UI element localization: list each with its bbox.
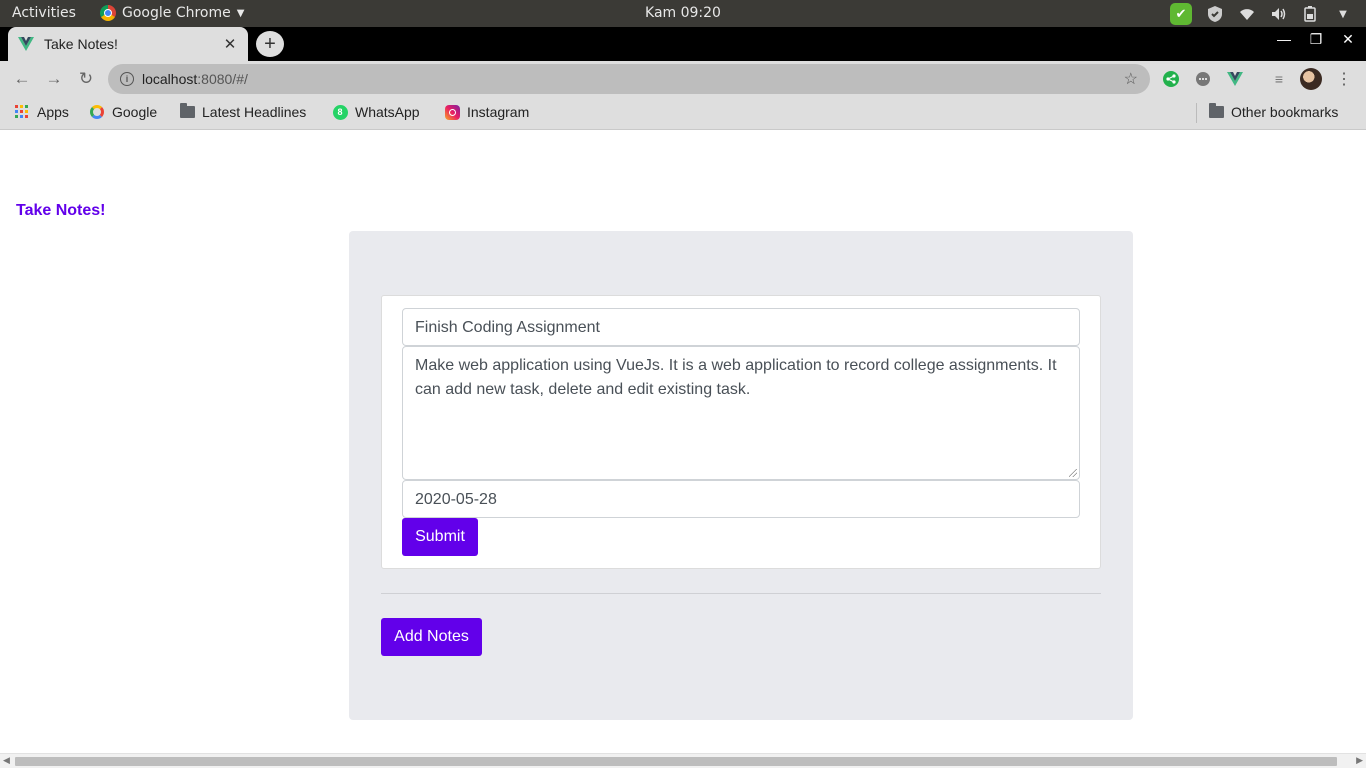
section-divider — [381, 593, 1101, 594]
bookmarks-divider — [1196, 103, 1197, 123]
app-menu[interactable]: Google Chrome ▼ — [100, 5, 244, 21]
google-logo-icon — [89, 104, 105, 120]
bookmark-label: Instagram — [467, 104, 530, 120]
system-tray: ✔ ▼ — [1170, 3, 1352, 25]
battery-icon[interactable] — [1302, 5, 1320, 23]
chrome-icon — [100, 5, 116, 21]
scroll-left-icon[interactable]: ◀ — [3, 755, 10, 766]
submit-button[interactable]: Submit — [402, 518, 478, 556]
folder-icon — [1208, 103, 1224, 120]
more-menu-icon[interactable]: ⋮ — [1334, 69, 1354, 89]
url-text: localhost:8080/#/ — [142, 71, 248, 87]
new-tab-button[interactable]: + — [256, 31, 284, 57]
add-notes-button[interactable]: Add Notes — [381, 618, 482, 656]
system-menu-caret-icon[interactable]: ▼ — [1334, 5, 1352, 23]
navbar-brand-link[interactable]: Take Notes! — [16, 202, 106, 220]
bookmark-label: WhatsApp — [355, 104, 420, 120]
note-description-textarea[interactable]: Make web application using VueJs. It is … — [402, 346, 1080, 480]
horizontal-scrollbar[interactable]: ◀ ▶ — [0, 753, 1366, 768]
apps-grid-icon — [14, 104, 30, 120]
minimize-icon[interactable]: — — [1276, 31, 1292, 48]
update-check-icon[interactable]: ✔ — [1170, 3, 1192, 25]
note-title-input[interactable]: Finish Coding Assignment — [402, 308, 1080, 346]
folder-icon — [179, 103, 195, 120]
bookmark-latest-headlines[interactable]: Latest Headlines — [179, 103, 307, 120]
close-window-icon[interactable]: ✕ — [1340, 31, 1356, 48]
restore-icon[interactable]: ❐ — [1308, 31, 1324, 48]
bookmark-google[interactable]: Google — [89, 104, 157, 120]
instagram-icon — [444, 104, 460, 120]
bookmark-label: Other bookmarks — [1231, 104, 1339, 120]
bookmark-label: Latest Headlines — [202, 104, 307, 120]
forward-icon[interactable]: → — [44, 69, 64, 89]
bookmark-star-icon[interactable]: ☆ — [1124, 69, 1138, 89]
browser-toolbar: ← → ↻ i localhost:8080/#/ ☆ ≡ ⋮ — [0, 61, 1366, 97]
whatsapp-icon: 8 — [332, 104, 348, 120]
bookmarks-bar: Apps Google Latest Headlines 8 WhatsApp … — [0, 97, 1366, 130]
wifi-icon[interactable] — [1238, 5, 1256, 23]
page-content: Take Notes! Finish Coding Assignment Mak… — [0, 131, 1366, 753]
back-icon[interactable]: ← — [12, 69, 32, 89]
note-form-card: Finish Coding Assignment Make web applic… — [381, 295, 1101, 569]
clock[interactable]: Kam 09:20 — [645, 5, 721, 21]
scrollbar-thumb[interactable] — [15, 757, 1337, 766]
profile-avatar[interactable] — [1300, 68, 1322, 90]
shield-icon[interactable] — [1206, 5, 1224, 23]
share-extension-icon[interactable] — [1161, 69, 1181, 89]
address-bar[interactable]: i localhost:8080/#/ ☆ — [108, 64, 1150, 94]
bookmark-label: Apps — [37, 104, 69, 120]
tab-title: Take Notes! — [44, 36, 118, 52]
app-menu-label: Google Chrome — [122, 5, 231, 21]
tab-strip: Take Notes! ✕ + — ❐ ✕ — [0, 27, 1366, 61]
vue-logo-icon — [18, 36, 34, 52]
bookmark-other-bookmarks[interactable]: Other bookmarks — [1208, 103, 1339, 120]
caret-down-icon: ▼ — [236, 7, 245, 19]
note-description-text: Make web application using VueJs. It is … — [415, 357, 1057, 398]
scroll-right-icon[interactable]: ▶ — [1356, 755, 1363, 766]
volume-icon[interactable] — [1270, 5, 1288, 23]
bookmark-apps[interactable]: Apps — [14, 104, 69, 120]
site-info-icon[interactable]: i — [120, 72, 134, 86]
vue-devtools-icon[interactable] — [1225, 69, 1245, 89]
note-date-input[interactable]: 2020-05-28 — [402, 480, 1080, 518]
bookmark-label: Google — [112, 104, 158, 120]
notes-panel: Finish Coding Assignment Make web applic… — [349, 231, 1133, 720]
tab-take-notes[interactable]: Take Notes! ✕ — [8, 27, 248, 61]
textarea-resize-handle[interactable] — [1069, 469, 1077, 477]
bookmark-whatsapp[interactable]: 8 WhatsApp — [332, 104, 420, 120]
bookmark-instagram[interactable]: Instagram — [444, 104, 529, 120]
reload-icon[interactable]: ↻ — [76, 69, 96, 89]
chat-extension-icon[interactable] — [1193, 69, 1213, 89]
media-controls-icon[interactable]: ≡ — [1269, 69, 1289, 89]
system-top-bar: Activities Google Chrome ▼ Kam 09:20 ✔ ▼ — [0, 0, 1366, 27]
activities-button[interactable]: Activities — [12, 5, 76, 21]
tab-close-icon[interactable]: ✕ — [222, 35, 238, 53]
